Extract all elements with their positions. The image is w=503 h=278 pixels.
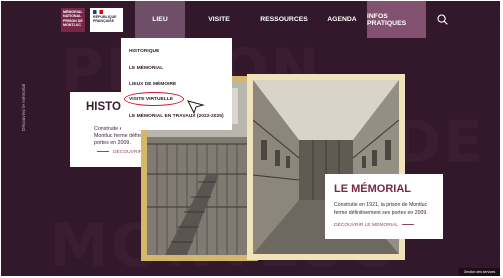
cookies-manage-button[interactable]: Gestion des services bbox=[459, 268, 500, 276]
menu-item-lieux-de-memoire[interactable]: LIEUX DE MÉMOIRE bbox=[129, 82, 176, 87]
nav-lieu[interactable]: LIEU bbox=[135, 1, 185, 38]
memorial-logo[interactable]: MÉMORIAL NATIONAL PRISON DE MONTLUC bbox=[61, 8, 85, 32]
nav-infos-pratiques[interactable]: INFOS PRATIQUES bbox=[367, 1, 426, 38]
search-icon[interactable] bbox=[437, 14, 448, 25]
menu-item-memorial-en-travaux[interactable]: LE MÉMORIAL EN TRAVAUX (2022-2025) bbox=[129, 114, 224, 119]
cursor-arrow-icon bbox=[187, 100, 205, 115]
page-frame: PRISON DE MONTLUC MÉMORIAL NATIONAL PRIS… bbox=[1, 1, 500, 276]
card-memorial-title: LE MÉMORIAL bbox=[334, 183, 411, 195]
nav-visite[interactable]: VISITE bbox=[197, 1, 241, 38]
flag-icon bbox=[93, 10, 103, 14]
lieu-dropdown-menu: HISTORIQUE LE MÉMORIAL LIEUX DE MÉMOIRE … bbox=[121, 38, 232, 130]
card-memorial-text: Construite en 1921, la prison de Montluc… bbox=[334, 202, 428, 216]
bg-word-de: DE bbox=[393, 108, 485, 176]
logo-rf-text: RÉPUBLIQUE FRANÇAISE bbox=[93, 15, 117, 24]
highlight-circle bbox=[124, 92, 184, 106]
nav-agenda[interactable]: AGENDA bbox=[319, 1, 365, 38]
nav-ressources[interactable]: RESSOURCES bbox=[252, 1, 316, 38]
side-vertical-label: Découvrez le mémorial bbox=[21, 84, 26, 131]
menu-item-historique[interactable]: HISTORIQUE bbox=[129, 49, 159, 54]
card-memorial: LE MÉMORIAL Construite en 1921, la priso… bbox=[325, 174, 443, 239]
menu-item-le-memorial[interactable]: LE MÉMORIAL bbox=[129, 66, 163, 71]
header: MÉMORIAL NATIONAL PRISON DE MONTLUC RÉPU… bbox=[1, 1, 500, 38]
discover-memorial-link[interactable]: DÉCOUVRIR LE MÉMORIAL bbox=[334, 223, 414, 228]
republique-francaise-logo: RÉPUBLIQUE FRANÇAISE bbox=[90, 8, 123, 32]
